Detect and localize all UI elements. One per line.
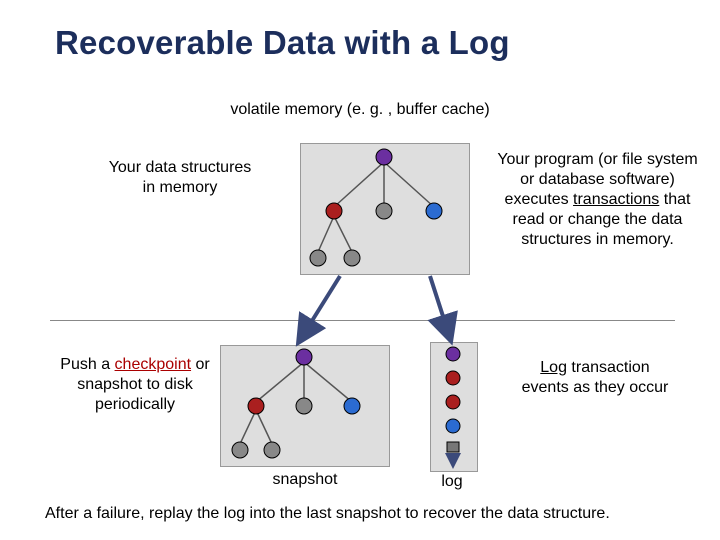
line: Push a checkpoint or — [60, 356, 209, 373]
underline-transactions: transactions — [573, 191, 659, 208]
line: Log transaction — [540, 359, 649, 376]
text-transactions: Your program (or file system or database… — [490, 150, 705, 250]
volatile-label: volatile memory (e. g. , buffer cache) — [200, 100, 520, 120]
footer-sentence: After a failure, replay the log into the… — [45, 505, 680, 523]
line: read or change the data — [513, 211, 683, 228]
line: snapshot to disk — [77, 376, 193, 393]
separator-line — [50, 320, 675, 321]
snapshot-box — [220, 345, 390, 467]
snapshot-caption: snapshot — [255, 470, 355, 490]
arrow-to-snapshot — [300, 276, 340, 340]
line: Your data structures — [109, 159, 252, 176]
line: events as they occur — [522, 379, 669, 396]
log-caption: log — [432, 472, 472, 492]
underline-checkpoint: checkpoint — [115, 356, 192, 373]
memory-box — [300, 143, 470, 275]
text-data-structures: Your data structures in memory — [80, 158, 280, 198]
line: periodically — [95, 396, 175, 413]
slide: Recoverable Data with a Log volatile mem… — [0, 0, 720, 540]
log-box — [430, 342, 478, 472]
page-title: Recoverable Data with a Log — [55, 24, 510, 62]
line: Your program (or file system — [497, 151, 697, 168]
line: in memory — [143, 179, 218, 196]
underline-log: Log — [540, 359, 567, 376]
text-log-events: Log transaction events as they occur — [510, 358, 680, 398]
text-checkpoint: Push a checkpoint or snapshot to disk pe… — [55, 355, 215, 415]
line: structures in memory. — [521, 231, 674, 248]
line: or database software) — [520, 171, 675, 188]
arrow-to-log — [430, 276, 450, 338]
line: executes transactions that — [505, 191, 691, 208]
